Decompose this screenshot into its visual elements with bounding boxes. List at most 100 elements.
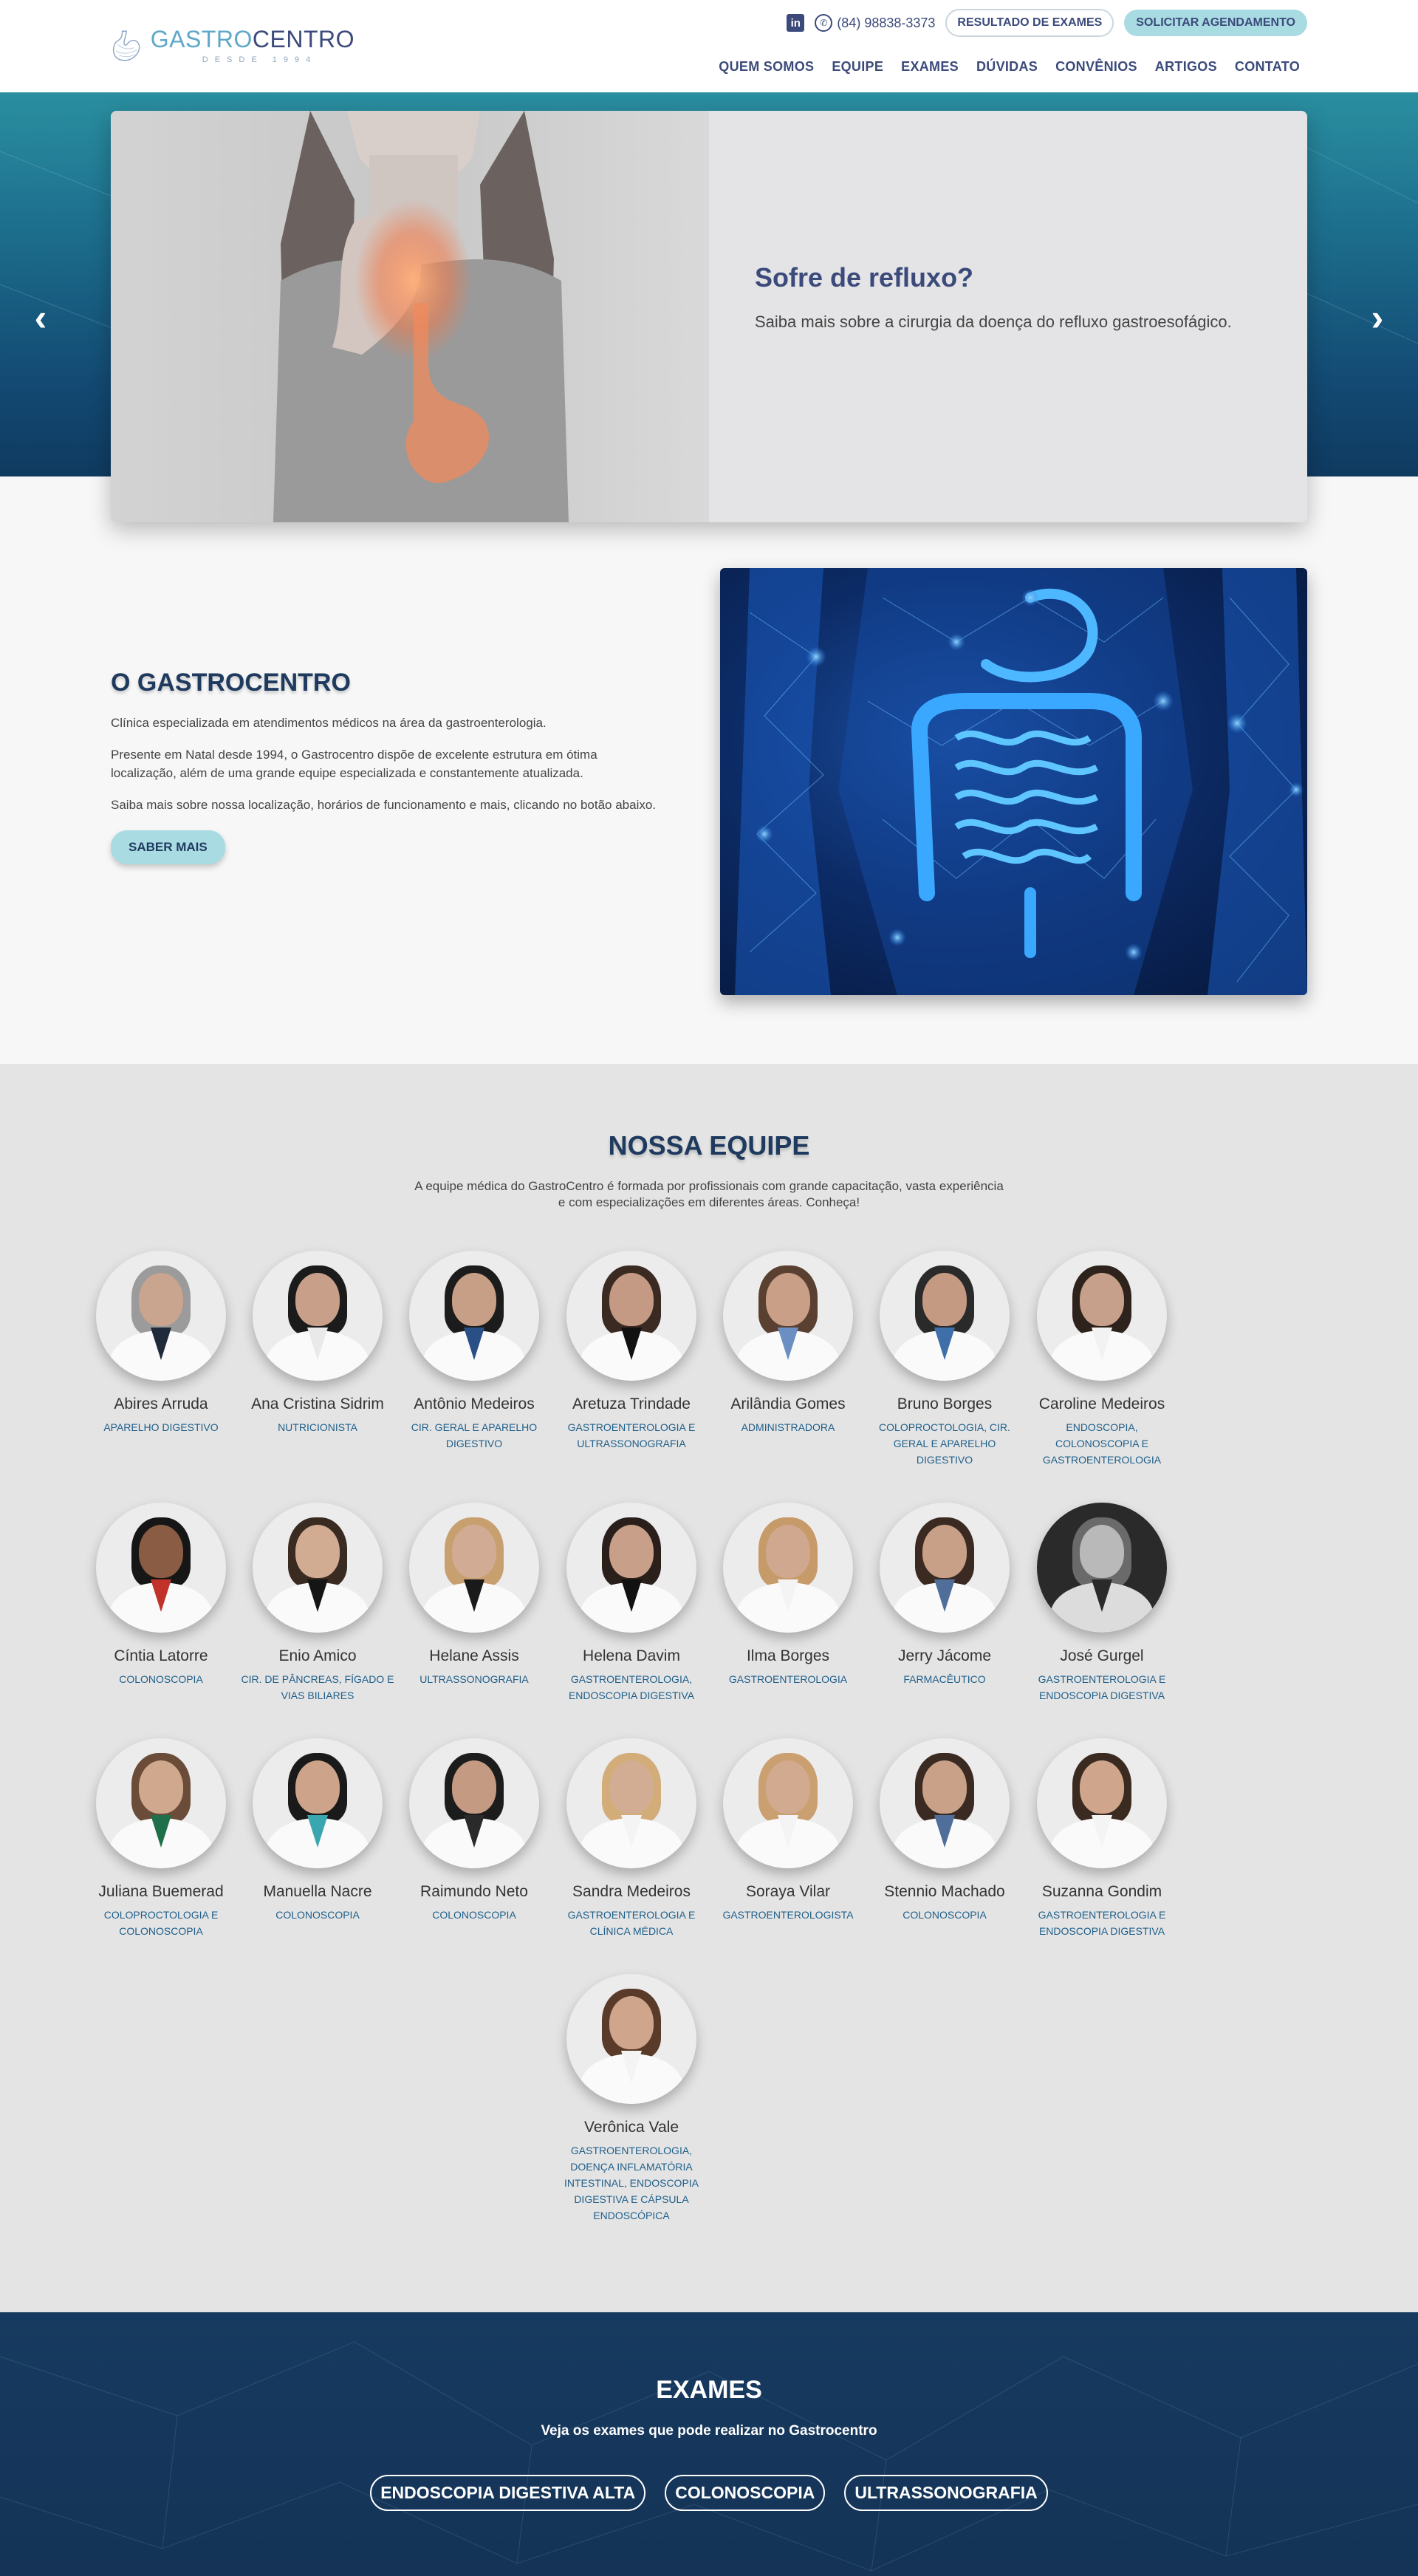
exam-colonoscopy-button[interactable]: COLONOSCOPIA xyxy=(665,2475,826,2511)
nav-item-exames[interactable]: EXAMES xyxy=(901,59,959,75)
team-member-card[interactable]: Aretuza Trindade GASTROENTEROLOGIA E ULTR… xyxy=(554,1251,709,1452)
slider-prev-button[interactable]: ‹ xyxy=(26,295,55,340)
team-member-card[interactable]: Helane Assis ULTRASSONOGRAFIA xyxy=(397,1503,552,1687)
member-photo xyxy=(880,1503,1010,1633)
team-member-card[interactable]: Arilândia Gomes ADMINISTRADORA xyxy=(710,1251,866,1435)
member-name: Abires Arruda xyxy=(114,1395,208,1412)
team-member-card[interactable]: Enio Amico CIR. DE PÂNCREAS, FÍGADO E VIA… xyxy=(240,1503,395,1704)
member-photo xyxy=(1037,1503,1167,1633)
member-role: CIR. DE PÂNCREAS, FÍGADO E VIAS BILIARES xyxy=(241,1673,394,1701)
chevron-left-icon: ‹ xyxy=(34,297,47,338)
member-photo xyxy=(253,1503,383,1633)
member-role: COLONOSCOPIA xyxy=(119,1673,203,1685)
nav-item-equipe[interactable]: EQUIPE xyxy=(832,59,883,75)
member-photo xyxy=(723,1738,853,1868)
member-role: COLOPROCTOLOGIA E COLONOSCOPIA xyxy=(103,1909,219,1937)
member-photo xyxy=(566,1251,696,1381)
stomach-logo-icon xyxy=(112,30,140,61)
member-name: Ilma Borges xyxy=(746,1647,830,1664)
team-member-card[interactable]: Jerry Jácome FARMACÊUTICO xyxy=(867,1503,1022,1687)
exam-results-button[interactable]: RESULTADO DE EXAMES xyxy=(945,9,1114,37)
logo-since: DESDE 1994 xyxy=(202,55,318,64)
about-paragraph-1: Clínica especializada em atendimentos mé… xyxy=(111,716,547,730)
member-name: Soraya Vilar xyxy=(745,1883,830,1900)
learn-more-button[interactable]: SABER MAIS xyxy=(111,830,225,864)
team-member-card[interactable]: Cíntia Latorre COLONOSCOPIA xyxy=(83,1503,239,1687)
team-member-card[interactable]: Juliana Buemerad COLOPROCTOLOGIA E COLONO… xyxy=(83,1738,239,1939)
gastrocentro-logo[interactable]: GASTROCENTRO DESDE 1994 xyxy=(111,22,354,69)
team-member-card[interactable]: Verônica Vale GASTROENTEROLOGIA, DOENÇA I… xyxy=(554,1974,709,2224)
request-appointment-button[interactable]: SOLICITAR AGENDAMENTO xyxy=(1124,10,1307,36)
whatsapp-icon: ✆ xyxy=(815,14,833,32)
team-member-card[interactable]: Raimundo Neto COLONOSCOPIA xyxy=(397,1738,552,1923)
main-nav: QUEM SOMOS EQUIPE EXAMES DÚVIDAS CONVÊNI… xyxy=(719,59,1300,75)
hero-slide[interactable]: Sofre de refluxo? Saiba mais sobre a cir… xyxy=(111,111,1307,522)
team-member-card[interactable]: Ilma Borges GASTROENTEROLOGIA xyxy=(710,1503,866,1687)
hero-title: Sofre de refluxo? xyxy=(755,262,974,293)
member-name: Verônica Vale xyxy=(583,2119,679,2136)
exams-title: EXAMES xyxy=(656,2376,762,2404)
nav-item-convenios[interactable]: CONVÊNIOS xyxy=(1055,59,1137,75)
member-photo xyxy=(566,1503,696,1633)
member-role: GASTROENTEROLOGIA E ENDOSCOPIA DIGESTIVA xyxy=(1038,1673,1166,1701)
member-photo xyxy=(96,1738,226,1868)
exams-section: EXAMES Veja os exames que pode realizar … xyxy=(0,2312,1418,2576)
member-role: COLOPROCTOLOGIA, CIR. GERAL E APARELHO D… xyxy=(879,1421,1010,1466)
team-member-card[interactable]: Antônio Medeiros CIR. GERAL E APARELHO DI… xyxy=(397,1251,552,1452)
member-role: FARMACÊUTICO xyxy=(903,1673,986,1685)
member-photo xyxy=(253,1251,383,1381)
team-member-card[interactable]: José Gurgel GASTROENTEROLOGIA E ENDOSCOPI… xyxy=(1024,1503,1179,1704)
phone-number: (84) 98838-3373 xyxy=(837,15,936,30)
about-paragraph-2: Presente em Natal desde 1994, o Gastroce… xyxy=(111,748,597,780)
linkedin-icon[interactable]: in xyxy=(787,14,805,32)
nav-item-quem-somos[interactable]: QUEM SOMOS xyxy=(719,59,814,75)
member-name: Suzanna Gondim xyxy=(1041,1883,1162,1900)
member-photo xyxy=(409,1738,539,1868)
about-section: O GASTROCENTRO Clínica especializada em … xyxy=(0,522,1418,1064)
exam-ultrasound-button[interactable]: ULTRASSONOGRAFIA xyxy=(844,2475,1048,2511)
chevron-right-icon: › xyxy=(1371,297,1384,338)
member-role: COLONOSCOPIA xyxy=(432,1909,516,1921)
team-member-card[interactable]: Manuella Nacre COLONOSCOPIA xyxy=(240,1738,395,1923)
member-role: APARELHO DIGESTIVO xyxy=(103,1421,219,1433)
nav-item-contato[interactable]: CONTATO xyxy=(1235,59,1300,75)
member-photo xyxy=(253,1738,383,1868)
about-title: O GASTROCENTRO xyxy=(111,669,351,697)
team-member-card[interactable]: Helena Davim GASTROENTEROLOGIA, ENDOSCOPI… xyxy=(554,1503,709,1704)
member-role: GASTROENTEROLOGISTA xyxy=(722,1909,854,1921)
phone-link[interactable]: ✆ (84) 98838-3373 xyxy=(815,14,935,32)
member-role: ENDOSCOPIA, COLONOSCOPIA E GASTROENTEROL… xyxy=(1042,1421,1162,1466)
team-member-card[interactable]: Abires Arruda APARELHO DIGESTIVO xyxy=(83,1251,239,1435)
member-photo xyxy=(880,1738,1010,1868)
team-member-card[interactable]: Suzanna Gondim GASTROENTEROLOGIA E ENDOSC… xyxy=(1024,1738,1179,1939)
member-role: ULTRASSONOGRAFIA xyxy=(419,1673,529,1685)
member-name: Sandra Medeiros xyxy=(572,1883,691,1900)
nav-item-duvidas[interactable]: DÚVIDAS xyxy=(976,59,1038,75)
member-name: Raimundo Neto xyxy=(420,1883,528,1900)
member-role: CIR. GERAL E APARELHO DIGESTIVO xyxy=(411,1421,538,1449)
member-photo xyxy=(409,1503,539,1633)
top-bar: in ✆ (84) 98838-3373 RESULTADO DE EXAMES… xyxy=(787,8,1307,38)
team-member-card[interactable]: Stennio Machado COLONOSCOPIA xyxy=(867,1738,1022,1923)
nav-item-artigos[interactable]: ARTIGOS xyxy=(1155,59,1217,75)
team-member-card[interactable]: Caroline Medeiros ENDOSCOPIA, COLONOSCOPI… xyxy=(1024,1251,1179,1468)
team-section: NOSSA EQUIPE A equipe médica do GastroCe… xyxy=(0,1064,1418,2312)
exam-buttons: ENDOSCOPIA DIGESTIVA ALTA COLONOSCOPIA U… xyxy=(0,2475,1418,2511)
member-name: Helane Assis xyxy=(429,1647,519,1664)
member-photo xyxy=(566,1974,696,2104)
member-role: GASTROENTEROLOGIA E ULTRASSONOGRAFIA xyxy=(567,1421,696,1449)
team-member-card[interactable]: Bruno Borges COLOPROCTOLOGIA, CIR. GERAL … xyxy=(867,1251,1022,1468)
member-name: José Gurgel xyxy=(1060,1647,1144,1664)
team-member-card[interactable]: Ana Cristina Sidrim NUTRICIONISTA xyxy=(240,1251,395,1435)
site-header: GASTROCENTRO DESDE 1994 in ✆ (84) 98838-… xyxy=(0,0,1418,92)
exam-upper-endoscopy-button[interactable]: ENDOSCOPIA DIGESTIVA ALTA xyxy=(370,2475,646,2511)
member-name: Bruno Borges xyxy=(897,1395,993,1412)
team-member-card[interactable]: Soraya Vilar GASTROENTEROLOGISTA xyxy=(710,1738,866,1923)
logo-name-bold: CENTRO xyxy=(252,26,354,52)
exams-subtitle: Veja os exames que pode realizar no Gast… xyxy=(541,2423,877,2439)
team-member-card[interactable]: Sandra Medeiros GASTROENTEROLOGIA E CLÍNI… xyxy=(554,1738,709,1939)
slider-next-button[interactable]: › xyxy=(1363,295,1392,340)
member-photo xyxy=(723,1251,853,1381)
member-name: Jerry Jácome xyxy=(897,1647,992,1664)
member-name: Aretuza Trindade xyxy=(572,1395,691,1412)
